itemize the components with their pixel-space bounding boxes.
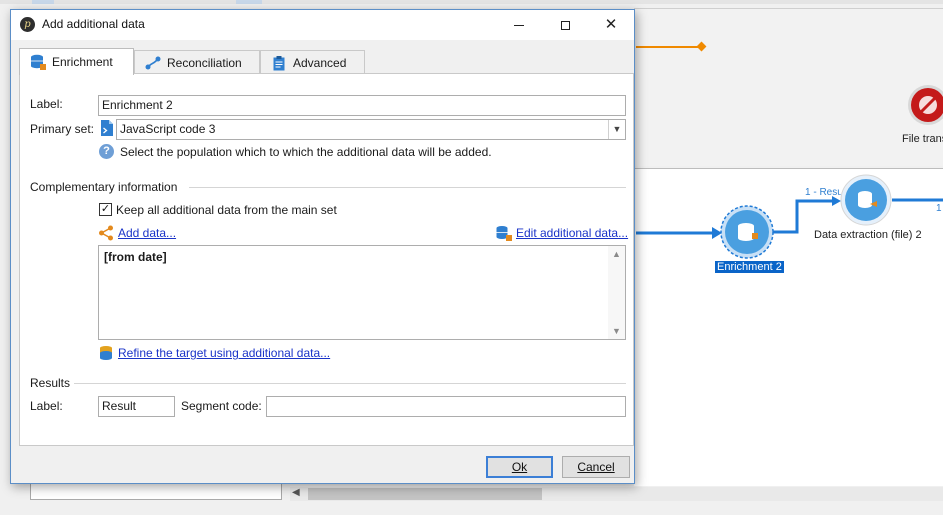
- scroll-down-icon[interactable]: ▼: [608, 326, 625, 336]
- background-field[interactable]: [30, 482, 282, 500]
- tab-advanced[interactable]: Advanced: [260, 50, 365, 74]
- horizontal-scrollbar[interactable]: ◀: [290, 487, 943, 501]
- cancel-button-label: Cancel: [577, 460, 615, 474]
- results-heading: Results: [30, 376, 71, 390]
- result-label-caption: Label:: [30, 399, 63, 413]
- javascript-file-icon: [101, 120, 113, 136]
- enrichment-node[interactable]: [720, 205, 774, 259]
- edit-additional-data-link[interactable]: Edit additional data...: [516, 226, 628, 240]
- complementary-heading: Complementary information: [30, 180, 178, 194]
- minimize-icon: [514, 25, 524, 27]
- primary-set-help-text: Select the population which to which the…: [120, 145, 492, 159]
- result-label-input[interactable]: Result: [98, 396, 175, 417]
- refine-target-link[interactable]: Refine the target using additional data.…: [118, 346, 330, 360]
- enrichment-to-extraction-transition[interactable]: [773, 199, 832, 234]
- app-logo-icon: p: [20, 17, 35, 32]
- additional-data-item[interactable]: [from date]: [104, 250, 167, 264]
- add-additional-data-dialog: p Add additional data ✕ Enrichment Recon…: [10, 9, 635, 484]
- clipboard-icon: [273, 55, 285, 70]
- section-divider: [74, 383, 626, 384]
- segment-code-input[interactable]: [266, 396, 626, 417]
- database-filter-icon: [100, 346, 112, 360]
- keep-all-checkbox[interactable]: ✓: [99, 203, 112, 216]
- share-nodes-icon: [99, 225, 113, 241]
- enrichment-node-label[interactable]: Enrichment 2: [715, 261, 784, 273]
- tab-reconciliation[interactable]: Reconciliation: [134, 50, 260, 74]
- file-transfer-node-label[interactable]: File trans: [902, 133, 943, 145]
- tab-reconciliation-label: Reconciliation: [167, 55, 242, 70]
- additional-data-list[interactable]: [from date] ▲ ▼: [98, 245, 626, 340]
- database-edit-icon: [496, 226, 512, 241]
- vertical-scrollbar[interactable]: ▲ ▼: [608, 246, 625, 339]
- maximize-icon: [560, 21, 570, 31]
- primary-set-value: JavaScript code 3: [120, 122, 216, 136]
- label-input[interactable]: Enrichment 2: [98, 95, 626, 116]
- tab-enrichment[interactable]: Enrichment: [19, 48, 134, 75]
- chevron-down-icon[interactable]: ▼: [608, 120, 625, 139]
- add-data-link[interactable]: Add data...: [118, 226, 176, 240]
- help-icon: ?: [99, 144, 114, 159]
- transition-label: 1: [936, 203, 942, 214]
- ok-button-label: Ok: [511, 460, 528, 474]
- scrollbar-thumb[interactable]: [308, 488, 542, 500]
- ok-button[interactable]: Ok: [486, 456, 553, 478]
- scroll-left-icon[interactable]: ◀: [292, 487, 300, 498]
- orange-transition-end[interactable]: [696, 41, 707, 52]
- reconciliation-icon: [145, 56, 161, 69]
- dialog-title: Add additional data: [42, 17, 145, 31]
- enrichment-icon: [31, 54, 46, 70]
- primary-set-select[interactable]: JavaScript code 3 ▼: [116, 119, 626, 140]
- tab-enrichment-label: Enrichment: [52, 55, 113, 69]
- label-caption: Label:: [30, 97, 63, 111]
- close-icon: ✕: [604, 16, 618, 33]
- file-transfer-node[interactable]: [908, 85, 943, 125]
- data-extraction-node-label[interactable]: Data extraction (file) 2: [814, 229, 922, 241]
- dialog-titlebar[interactable]: p Add additional data ✕: [11, 10, 634, 40]
- primary-set-caption: Primary set:: [30, 122, 95, 136]
- transition-label: 1 - Resu: [805, 187, 841, 198]
- segment-code-caption: Segment code:: [181, 399, 262, 413]
- keep-all-label: Keep all additional data from the main s…: [116, 203, 337, 217]
- maximize-button[interactable]: [542, 10, 588, 40]
- minimize-button[interactable]: [496, 10, 542, 40]
- cancel-button[interactable]: Cancel: [562, 456, 630, 478]
- data-extraction-node[interactable]: [840, 174, 892, 226]
- enrichment-panel: Label: Enrichment 2 Primary set: JavaScr…: [19, 73, 634, 446]
- tab-advanced-label: Advanced: [293, 55, 347, 70]
- section-divider: [189, 187, 626, 188]
- scroll-up-icon[interactable]: ▲: [608, 249, 625, 259]
- close-button[interactable]: ✕: [588, 10, 634, 40]
